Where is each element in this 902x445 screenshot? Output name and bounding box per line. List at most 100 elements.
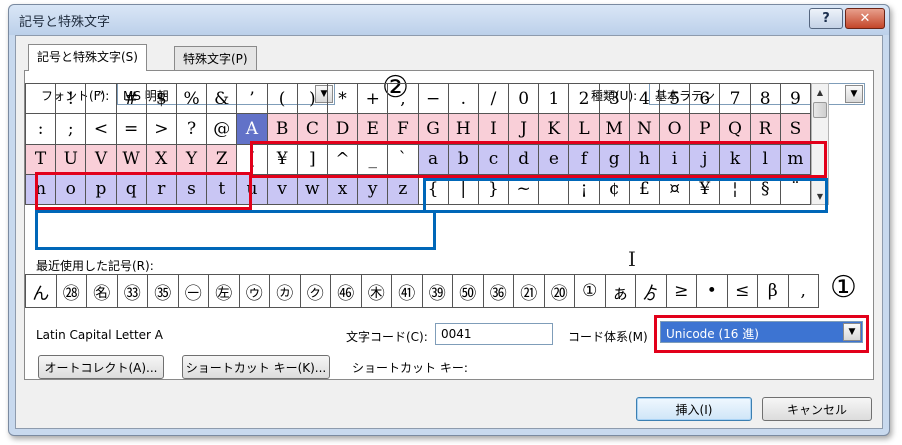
char-cell[interactable]: , [388,84,419,115]
char-cell[interactable]: ¡ [569,174,600,205]
char-cell[interactable]: * [327,84,359,115]
char-cell[interactable]: ″ [86,84,117,115]
char-cell[interactable]: l [750,144,781,175]
char-cell[interactable]: q [116,174,147,205]
char-cell[interactable]: C [297,114,328,145]
recent-symbol-cell[interactable]: ゟ [636,275,667,308]
char-cell[interactable]: % [176,84,208,115]
recent-symbol-cell[interactable]: ⑳ [544,275,575,308]
tab-special-characters[interactable]: 特殊文字(P) [174,46,257,70]
char-cell[interactable]: O [660,114,691,145]
char-cell[interactable]: r [146,174,177,205]
char-cell[interactable]: ` [388,144,419,175]
char-cell[interactable]: s [176,174,208,205]
recent-symbol-cell[interactable]: ㊔ [87,275,118,308]
char-cell[interactable]: @ [207,114,238,145]
char-cell[interactable]: h [629,144,661,175]
char-cell[interactable]: t [207,174,238,205]
char-cell[interactable]: . [448,84,479,115]
char-cell[interactable]: d [509,144,540,175]
char-cell[interactable]: B [267,114,298,145]
char-cell[interactable]: F [388,114,419,145]
char-cell[interactable]: ¦ [720,174,751,205]
char-cell[interactable]: G [418,114,449,145]
recent-symbol-cell[interactable]: ㊱ [483,275,514,308]
scroll-down-icon[interactable]: ▼ [812,188,828,204]
char-cell[interactable]: e [539,144,570,175]
char-cell[interactable]: Z [207,144,238,175]
char-cell[interactable]: m [780,144,811,175]
char-cell[interactable]: D [327,114,359,145]
char-cell[interactable]: ’ [237,84,268,115]
char-cell[interactable]: } [478,174,510,205]
char-cell[interactable]: J [509,114,540,145]
recent-symbol-cell[interactable]: ぁ [605,275,636,308]
char-cell[interactable]: U [56,144,87,175]
char-cell[interactable]: 1 [539,84,570,115]
char-cell[interactable]: ^ [327,144,359,175]
char-cell[interactable]: $ [146,84,177,115]
cancel-button[interactable]: キャンセル [762,397,872,421]
recent-symbol-cell[interactable]: ㊶ [392,275,423,308]
char-cell[interactable]: S [780,114,811,145]
char-cell[interactable]: ? [176,114,208,145]
char-cell[interactable]: f [569,144,600,175]
char-cell[interactable]: v [267,174,298,205]
scroll-up-icon[interactable]: ▲ [812,84,828,100]
autocorrect-button[interactable]: オートコレクト(A)... [38,355,164,379]
char-cell[interactable]: 4 [629,84,661,115]
char-cell[interactable]: { [418,174,449,205]
char-cell[interactable]: ~ [509,174,540,205]
insert-button[interactable]: 挿入(I) [636,397,752,421]
char-cell[interactable]: P [690,114,721,145]
recent-symbol-cell[interactable]: ㋒ [239,275,270,308]
char-cell[interactable]: + [358,84,389,115]
char-cell[interactable]: L [569,114,600,145]
recent-symbol-cell[interactable]: ≤ [727,275,758,308]
char-cell[interactable]: w [297,174,328,205]
char-cell[interactable]: i [660,144,691,175]
char-cell[interactable]: 3 [599,84,630,115]
recent-symbol-cell[interactable]: ㊻ [331,275,362,308]
char-cell[interactable]: R [750,114,781,145]
char-cell[interactable]: p [86,174,117,205]
recent-symbol-cell[interactable]: ≥ [666,275,697,308]
code-system-select[interactable]: Unicode (16 進) ▼ [660,321,863,343]
recent-symbol-cell[interactable]: , [788,275,819,308]
char-cell[interactable]: 5 [660,84,691,115]
char-cell[interactable]: X [146,144,177,175]
char-cell[interactable]: # [116,84,147,115]
char-cell[interactable]: ¤ [660,174,691,205]
char-cell[interactable]: _ [358,144,389,175]
char-cell[interactable]: ¥ [267,144,298,175]
recent-symbol-cell[interactable]: ㊿ [453,275,484,308]
char-cell[interactable]: | [448,174,479,205]
shortcut-key-button[interactable]: ショートカット キー(K)... [182,355,330,379]
char-cell[interactable]: u [237,174,268,205]
char-cell[interactable]: g [599,144,630,175]
char-cell[interactable]: § [750,174,781,205]
char-cell[interactable]: ¢ [599,174,630,205]
char-cell[interactable]: b [448,144,479,175]
char-cell[interactable]: 2 [569,84,600,115]
recent-symbol-cell[interactable]: ㉘ [56,275,87,308]
char-cell[interactable]: y [358,174,389,205]
char-cell[interactable]: 6 [690,84,721,115]
recent-symbol-cell[interactable]: ㊍ [361,275,392,308]
recent-symbol-cell[interactable]: ん [26,275,57,308]
char-cell[interactable] [26,84,57,115]
help-button[interactable]: ? [809,8,843,29]
char-cell[interactable]: ! [56,84,87,115]
char-code-input[interactable]: 0041 [435,323,553,345]
char-cell[interactable]: z [388,174,419,205]
character-grid-scrollbar[interactable]: ▲ ▼ [811,83,829,205]
recent-symbol-cell[interactable]: ① [575,275,606,308]
recent-symbol-cell[interactable]: • [697,275,728,308]
char-cell[interactable]: ) [297,84,328,115]
char-cell[interactable]: M [599,114,630,145]
char-cell[interactable]: [ [237,144,268,175]
char-cell[interactable]: ( [267,84,298,115]
recent-symbol-cell[interactable]: ㉟ [148,275,179,308]
close-button[interactable]: ✕ [845,8,885,29]
char-cell[interactable]: W [116,144,147,175]
